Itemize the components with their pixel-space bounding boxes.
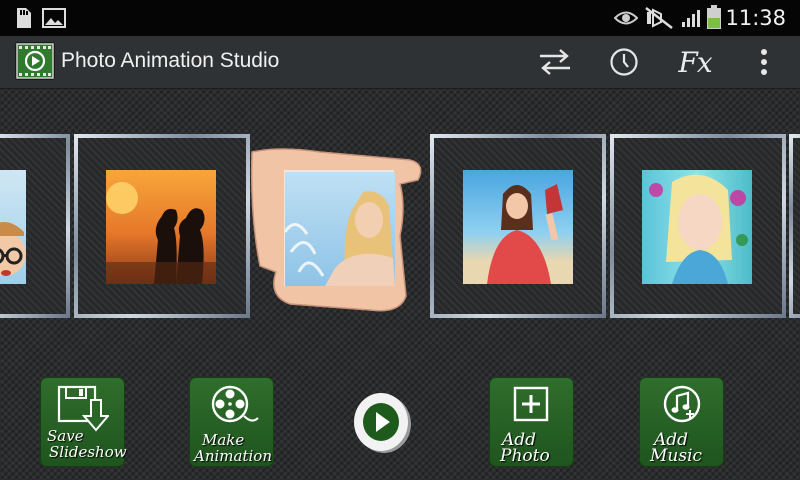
photo-thumbnail xyxy=(285,172,395,286)
main-area: Save Slideshow Make Animation Add Photo … xyxy=(0,89,800,480)
status-bar: 11:38 xyxy=(0,0,800,36)
photo-frame-1[interactable] xyxy=(0,134,70,318)
photo-thumbnail xyxy=(106,170,216,284)
mute-icon xyxy=(645,7,673,29)
make-animation-button[interactable]: Make Animation xyxy=(189,377,274,467)
add-music-label-line2: Music xyxy=(650,446,703,466)
action-bar: Photo Animation Studio Fx xyxy=(0,36,800,89)
photo-thumbnail xyxy=(0,170,26,284)
fx-icon: Fx xyxy=(678,45,712,79)
film-reel-icon xyxy=(211,385,259,423)
play-button[interactable] xyxy=(352,390,412,454)
history-button[interactable] xyxy=(602,42,646,82)
swap-icon xyxy=(540,49,570,75)
hand-photo-frame[interactable] xyxy=(250,146,430,316)
photo-frame-2[interactable] xyxy=(74,134,250,318)
status-time: 11:38 xyxy=(725,6,786,30)
save-label-line1: Save xyxy=(47,427,84,445)
overflow-menu-button[interactable] xyxy=(742,42,786,82)
save-label-line2: Slideshow xyxy=(49,443,127,461)
make-label-line1: Make xyxy=(202,431,245,449)
battery-icon xyxy=(707,5,721,29)
photo-thumbnail xyxy=(642,170,752,284)
clock-icon xyxy=(610,48,638,76)
image-icon xyxy=(42,8,66,28)
add-photo-button[interactable]: Add Photo xyxy=(489,377,574,467)
add-plus-icon xyxy=(513,386,549,422)
overflow-menu-icon xyxy=(761,49,767,75)
save-slideshow-button[interactable]: Save Slideshow xyxy=(40,377,127,467)
fx-button[interactable]: Fx xyxy=(673,42,717,82)
eye-icon xyxy=(614,11,638,25)
signal-icon xyxy=(682,10,700,27)
sd-card-icon xyxy=(17,8,31,28)
photo-frame-4[interactable] xyxy=(430,134,606,318)
music-note-icon xyxy=(663,385,701,423)
add-music-button[interactable]: Add Music xyxy=(639,377,724,467)
app-title: Photo Animation Studio xyxy=(61,49,280,72)
add-photo-label-line2: Photo xyxy=(500,446,550,466)
swap-button[interactable] xyxy=(533,42,577,82)
app-logo-icon[interactable] xyxy=(15,42,55,80)
photo-frame-6[interactable] xyxy=(789,134,800,318)
photo-frame-5[interactable] xyxy=(610,134,786,318)
photo-thumbnail xyxy=(463,170,573,284)
make-label-line2: Animation xyxy=(194,447,272,465)
